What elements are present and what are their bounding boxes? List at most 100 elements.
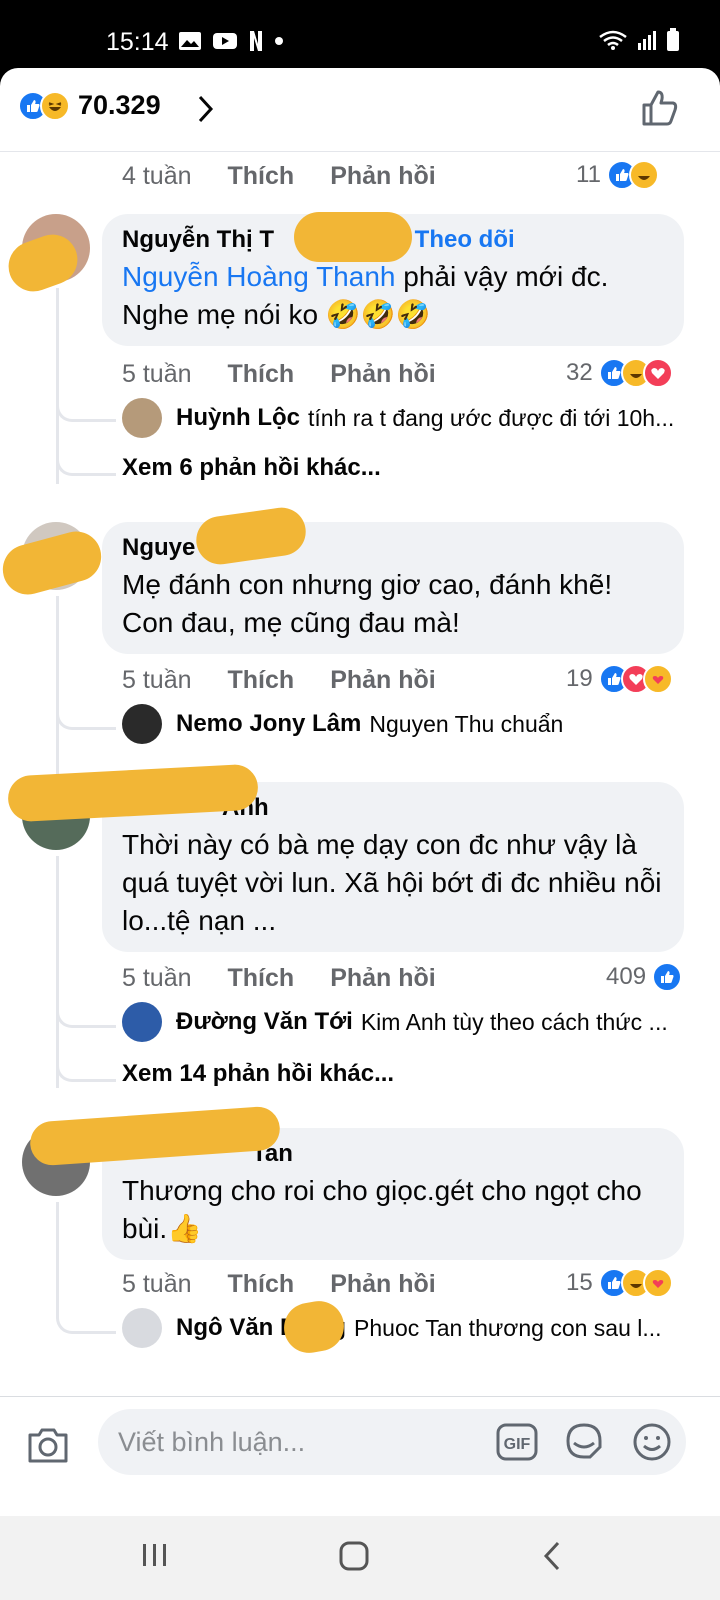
reply-action[interactable]: Phản hồi [330,360,436,389]
netflix-icon [250,31,262,51]
reply-author-name: Ngô Văn B [176,1314,298,1341]
reaction-count: 409 [606,963,647,990]
avatar[interactable] [122,1308,162,1348]
comment-time: 5 tuần [122,666,192,694]
care-icon [642,664,673,694]
thread-connector [56,1310,116,1334]
view-more-replies[interactable]: Xem 14 phản hồi khác... [122,1060,394,1088]
comment-meta: 5 tuần Thích Phản hồi [122,666,436,695]
avatar[interactable] [122,1002,162,1042]
like-action[interactable]: Thích [228,666,295,695]
notification-icons [178,30,284,52]
home-icon[interactable] [338,1540,370,1572]
signal-icon [638,31,656,50]
reaction-total: 70.329 [78,90,161,120]
comment-meta: 4 tuần Thích Phản hồi [122,162,436,191]
comment-time: 5 tuần [122,964,192,992]
comments-sheet: 70.329 4 tuần Thích Phản hồi 11 Nguyễn T… [0,68,720,1516]
camera-icon[interactable] [26,1425,70,1465]
sticker-icon[interactable] [564,1421,604,1461]
navigation-bar [0,1516,720,1600]
view-more-replies[interactable]: Xem 6 phản hồi khác... [122,454,381,482]
reaction-count: 32 [566,359,593,386]
comment-text-line: Nghe mẹ nói ko 🤣🤣🤣 [122,299,431,330]
like-outline-icon[interactable] [640,88,680,128]
reply-action[interactable]: Phản hồi [330,964,436,993]
love-icon [642,358,673,388]
gallery-icon [179,32,201,50]
reply-preview[interactable]: Ngô Văn Bg Phuoc Tan thương con sau l... [122,1308,692,1348]
back-icon[interactable] [540,1540,564,1572]
comment-text: Thời này có bà mẹ dạy con đc như vậy là … [122,829,662,936]
comment-meta: 5 tuần Thích Phản hồi [122,1270,436,1299]
reply-preview[interactable]: Nemo Jony Lâm Nguyen Thu chuẩn [122,704,692,744]
youtube-icon [213,33,237,49]
reply-author[interactable]: Đường Văn Tới [176,1008,353,1036]
haha-icon [628,160,659,190]
comments-header: 70.329 [0,68,720,152]
chevron-right-icon[interactable] [196,94,216,124]
reply-text: tính ra t đang ước được đi tới 10h... [308,404,675,431]
thread-connector [56,1004,116,1028]
reply-text: Kim Anh tùy theo cách thức ... [360,1008,668,1035]
comment-time: 4 tuần [122,162,192,190]
reaction-summary[interactable]: 70.329 [18,90,161,121]
reaction-count: 19 [566,665,593,692]
avatar[interactable] [122,398,162,438]
comment-author[interactable]: Nguyễn Thị T [122,226,274,253]
thread-connector [56,398,116,422]
dot-icon [275,37,283,45]
comment-input[interactable]: Viết bình luận... GIF [98,1409,686,1475]
reply-action[interactable]: Phản hồi [330,162,436,191]
like-action[interactable]: Thích [228,360,295,389]
comment-reactions[interactable]: 32 [566,358,673,388]
redaction-scribble [294,212,412,262]
comment-composer: Viết bình luận... GIF [0,1396,720,1516]
comment-reactions[interactable]: 15 [566,1268,673,1298]
reply-preview[interactable]: Đường Văn Tới Kim Anh tùy theo cách thức… [122,1002,692,1042]
mention-link[interactable]: Nguyễn Hoàng Thanh [122,261,395,292]
comment-text: Thương cho roi cho giọc.gét cho ngọt cho… [122,1175,642,1244]
reply-action[interactable]: Phản hồi [330,666,436,695]
gif-label: GIF [504,1436,531,1453]
reply-action[interactable]: Phản hồi [330,1270,436,1299]
reaction-count: 11 [576,161,601,188]
reply-author[interactable]: Huỳnh Lộc [176,404,300,432]
reply-text: Phuoc Tan thương con sau l... [354,1314,662,1341]
like-action[interactable]: Thích [228,1270,295,1299]
comment-meta: 5 tuần Thích Phản hồi [122,964,436,993]
system-icons [598,28,680,52]
thread-line [56,1202,59,1312]
comment-reactions[interactable]: 409 [606,962,683,992]
like-icon [652,962,683,992]
like-action[interactable]: Thích [228,162,295,191]
comment-text-part: phải vậy mới đc. [395,261,609,292]
thread-line [56,596,59,794]
reply-text: Nguyen Thu chuẩn [369,710,564,737]
comment-reactions[interactable]: 19 [566,664,673,694]
reply-preview[interactable]: Huỳnh Lộc tính ra t đang ước được đi tới… [122,398,692,438]
like-action[interactable]: Thích [228,964,295,993]
thread-connector [56,706,116,730]
thread-line [56,856,59,1088]
emoji-icon[interactable] [632,1422,672,1462]
recent-apps-icon[interactable] [140,1540,170,1570]
comment-text: Nguyễn Hoàng Thanh phải vậy mới đc. Nghe … [122,258,664,334]
status-bar: 15:14 [0,0,720,68]
reply-author[interactable]: Nemo Jony Lâm [176,710,361,738]
comment-time: 5 tuần [122,360,192,388]
comment-time: 5 tuần [122,1270,192,1298]
battery-icon [667,28,679,51]
status-time: 15:14 [106,28,169,56]
wifi-icon [599,30,627,50]
haha-icon [40,90,70,121]
comment-text: Mẹ đánh con nhưng giơ cao, đánh khẽ! Con… [122,569,613,638]
comment-meta: 5 tuần Thích Phản hồi [122,360,436,389]
gif-icon[interactable]: GIF [496,1423,538,1461]
follow-link[interactable]: · Theo dõi [400,226,515,253]
thread-connector [56,452,116,476]
avatar[interactable] [122,704,162,744]
care-icon [642,1268,673,1298]
comment-reactions[interactable]: 11 [576,160,659,190]
comment-bubble: Nguye Mẹ đánh con nhưng giơ cao, đánh kh… [102,522,684,654]
